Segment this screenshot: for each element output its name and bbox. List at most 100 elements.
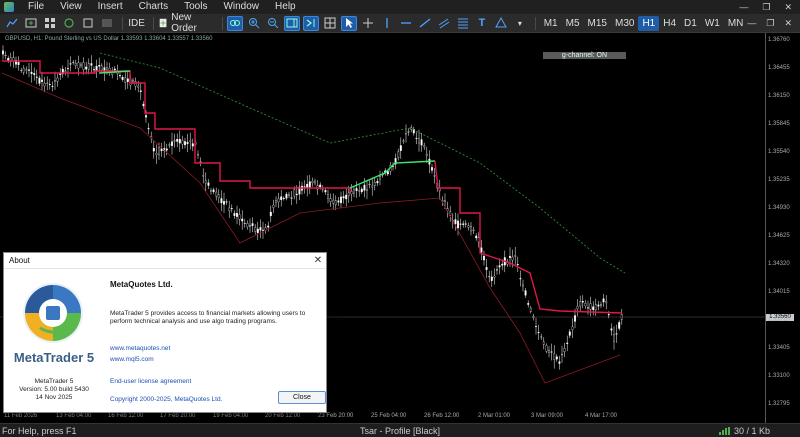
candle-body (327, 194, 329, 199)
candle-body (334, 200, 337, 206)
chart-shift-icon[interactable] (283, 15, 300, 31)
autoscroll-icon[interactable] (302, 15, 319, 31)
timeframe-m5[interactable]: M5 (562, 16, 584, 31)
candle-body (189, 140, 192, 142)
timeframe-m15[interactable]: M15 (584, 16, 611, 31)
date-tick: 13 Feb 04:00 (56, 413, 92, 419)
cursor-icon[interactable] (340, 15, 357, 31)
autotrading-icon[interactable] (226, 15, 243, 31)
candle-body (134, 81, 137, 87)
crosshair-icon[interactable] (360, 16, 376, 31)
ide-button[interactable]: IDE (127, 16, 146, 31)
grid-icon[interactable] (322, 16, 338, 31)
menu-file[interactable]: File (20, 0, 52, 14)
candle-body (246, 223, 249, 227)
candle-body (241, 218, 244, 222)
timeframe-d1[interactable]: D1 (680, 16, 701, 31)
candle-body (168, 144, 171, 146)
status-connection: 30 / 1 Kb (718, 426, 800, 436)
link-metaquotes[interactable]: www.metaquotes.net (110, 345, 170, 352)
text-icon[interactable]: T (474, 16, 490, 31)
candle-body (379, 176, 381, 180)
new-order-button[interactable]: New Order (158, 12, 215, 34)
timeframe-m30[interactable]: M30 (611, 16, 638, 31)
candle-body (275, 200, 277, 203)
restore-icon[interactable]: ❐ (762, 2, 770, 13)
price-axis[interactable] (765, 33, 800, 423)
timeframe-mn[interactable]: MN (724, 16, 748, 31)
close-button[interactable]: Close (278, 391, 326, 404)
candle-body (280, 196, 283, 200)
timeframe-h4[interactable]: H4 (659, 16, 680, 31)
candle-body (405, 133, 407, 135)
menu-help[interactable]: Help (267, 0, 304, 14)
candle-body (444, 200, 446, 202)
equidistant-channel-icon[interactable] (436, 16, 452, 31)
candle-body (535, 325, 537, 327)
candle-body (238, 214, 241, 220)
candle-body (303, 186, 306, 188)
candle-body (106, 67, 108, 70)
candle-body (210, 190, 212, 192)
zoom-out-icon[interactable] (265, 16, 281, 31)
market-watch-icon[interactable] (61, 16, 77, 31)
close-icon[interactable]: ✕ (784, 2, 792, 13)
zoom-in-icon[interactable] (246, 16, 262, 31)
candle-body (454, 219, 457, 225)
chart-restore-icon[interactable]: ❐ (766, 18, 774, 29)
candle-body (142, 103, 145, 107)
date-tick: 19 Feb 04:00 (213, 413, 249, 419)
add-chart-icon[interactable] (23, 16, 39, 31)
candle-body (438, 188, 441, 192)
trendline-icon[interactable] (417, 16, 433, 31)
candle-body (124, 77, 127, 83)
fibonacci-icon[interactable] (455, 16, 471, 31)
link-eula[interactable]: End-user license agreement (110, 378, 191, 385)
chart-minimize-icon[interactable]: — (747, 18, 756, 29)
timeframe-m1[interactable]: M1 (540, 16, 562, 31)
channel-line-up (349, 160, 436, 189)
candle-body (555, 356, 558, 360)
date-tick: 20 Feb 12:00 (265, 413, 301, 419)
candle-body (550, 351, 553, 353)
candle-body (243, 223, 246, 225)
candle-body (407, 131, 410, 133)
shapes-icon[interactable] (493, 16, 509, 31)
candle-body (618, 322, 621, 329)
close-icon[interactable]: ✕ (310, 255, 326, 266)
date-tick: 17 Feb 20:00 (160, 413, 196, 419)
dropdown-icon[interactable]: ▾ (512, 16, 528, 31)
toolbar: IDE New Order T ▾ M1 M5 M15 M30 H1 H4 D1… (0, 12, 800, 34)
candle-body (20, 70, 23, 71)
candle-body (342, 196, 345, 199)
new-order-icon (159, 18, 167, 28)
terminal-icon[interactable] (99, 16, 115, 31)
candle-body (420, 139, 423, 146)
navigator-icon[interactable] (80, 16, 96, 31)
menu-view[interactable]: View (52, 0, 90, 14)
horizontal-line-icon[interactable] (398, 16, 414, 31)
candle-body (22, 67, 25, 73)
candle-body (613, 334, 615, 342)
timeframe-h1[interactable]: H1 (638, 15, 660, 31)
date-tick: 16 Feb 12:00 (108, 413, 144, 419)
candle-body (220, 198, 223, 204)
minimize-icon[interactable]: — (739, 2, 748, 13)
candle-body (485, 267, 488, 270)
about-version-block: MetaTrader 5 Version: 5.00 build 5430 14… (4, 378, 104, 402)
candle-body (558, 361, 561, 364)
profiles-icon[interactable] (42, 16, 58, 31)
menu-window[interactable]: Window (215, 0, 267, 14)
link-mql5[interactable]: www.mql5.com (110, 356, 154, 363)
candle-body (607, 314, 610, 316)
candle-body (498, 265, 501, 268)
menu-insert[interactable]: Insert (90, 0, 131, 14)
candle-body (178, 139, 181, 144)
timeframe-w1[interactable]: W1 (701, 16, 724, 31)
chart-type-icon[interactable] (4, 16, 20, 31)
chart-close-icon[interactable]: ✕ (784, 18, 792, 29)
candle-body (7, 57, 10, 61)
candle-body (459, 223, 462, 225)
about-version: Version: 5.00 build 5430 (19, 386, 89, 393)
vertical-line-icon[interactable] (379, 16, 395, 31)
